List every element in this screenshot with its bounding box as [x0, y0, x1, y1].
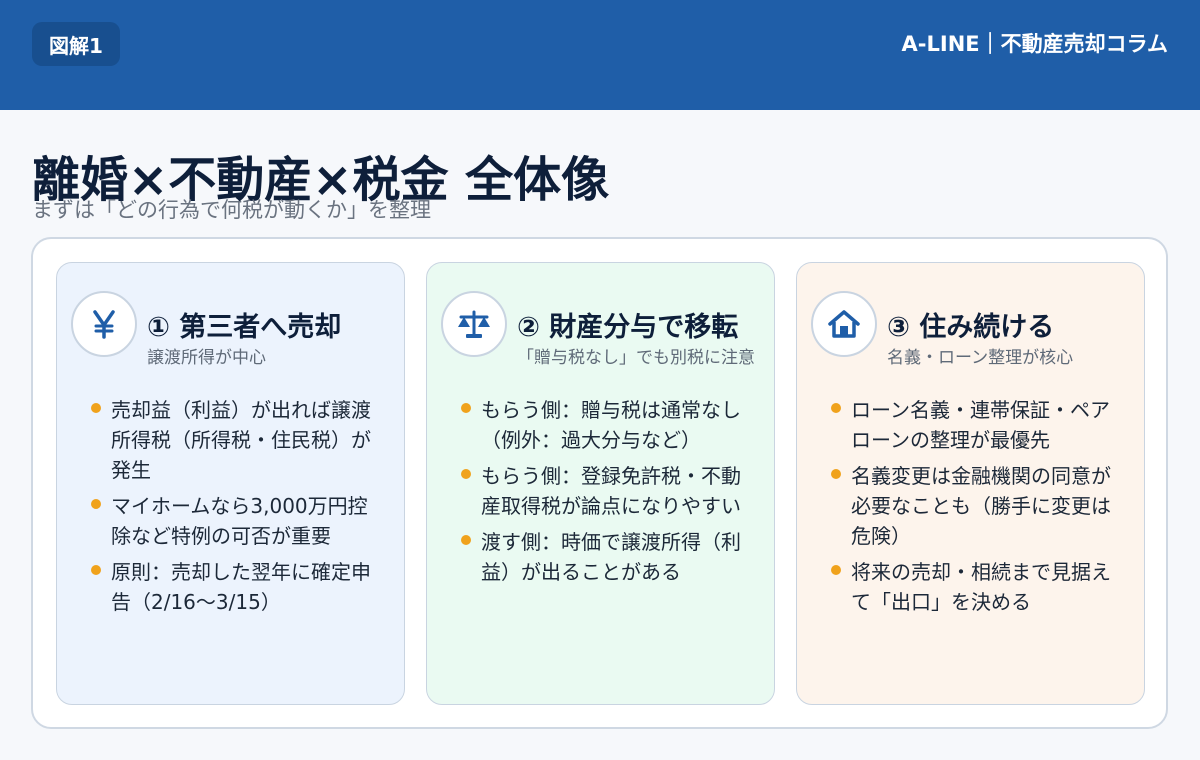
- card-title: ① 第三者へ売却: [147, 312, 342, 343]
- bullet-text: 将来の売却・相続まで見据えて「出口」を決める: [851, 560, 1111, 614]
- list-item: 名義変更は金融機関の同意が必要なことも（勝手に変更は危険）: [831, 461, 1121, 551]
- card-subtitle: 名義・ローン整理が核心: [887, 348, 1074, 368]
- list-item: ローン名義・連帯保証・ペアローンの整理が最優先: [831, 395, 1121, 455]
- card-keep-living: ③ 住み続ける 名義・ローン整理が核心 ローン名義・連帯保証・ペアローンの整理が…: [796, 262, 1145, 705]
- card-title: ③ 住み続ける: [887, 312, 1055, 343]
- bullet-dot: [831, 565, 841, 575]
- page-subtitle: まずは「どの行為で何税が動くか」を整理: [32, 198, 431, 222]
- bullet-dot: [91, 499, 101, 509]
- bullet-text: もらう側：贈与税は通常なし（例外：過大分与など）: [481, 398, 741, 452]
- figure-badge: 図解1: [32, 22, 120, 66]
- list-item: もらう側：登録免許税・不動産取得税が論点になりやすい: [461, 461, 751, 521]
- list-item: 売却益（利益）が出れば譲渡所得税（所得税・住民税）が発生: [91, 395, 381, 485]
- bullet-text: ローン名義・連帯保証・ペアローンの整理が最優先: [851, 398, 1110, 452]
- card-subtitle: 譲渡所得が中心: [147, 348, 266, 368]
- yen-icon: [71, 291, 137, 357]
- bullet-text: 原則：売却した翌年に確定申告（2/16〜3/15）: [111, 560, 371, 614]
- bullet-dot: [831, 403, 841, 413]
- house-icon: [811, 291, 877, 357]
- list-item: 原則：売却した翌年に確定申告（2/16〜3/15）: [91, 557, 381, 617]
- bullet-list: 売却益（利益）が出れば譲渡所得税（所得税・住民税）が発生 マイホームなら3,00…: [91, 395, 381, 623]
- bullet-text: 売却益（利益）が出れば譲渡所得税（所得税・住民税）が発生: [111, 398, 371, 482]
- bullet-text: 渡す側：時価で譲渡所得（利益）が出ることがある: [481, 530, 741, 584]
- bullet-text: マイホームなら3,000万円控除など特例の可否が重要: [111, 494, 368, 548]
- header-bar: 図解1 A-LINE｜不動産売却コラム: [0, 0, 1200, 110]
- bullet-list: ローン名義・連帯保証・ペアローンの整理が最優先 名義変更は金融機関の同意が必要な…: [831, 395, 1121, 623]
- card-subtitle: 「贈与税なし」でも別税に注意: [517, 348, 755, 368]
- list-item: マイホームなら3,000万円控除など特例の可否が重要: [91, 491, 381, 551]
- card-property-division: ② 財産分与で移転 「贈与税なし」でも別税に注意 もらう側：贈与税は通常なし（例…: [426, 262, 775, 705]
- bullet-dot: [461, 403, 471, 413]
- bullet-dot: [461, 535, 471, 545]
- card-sale: ① 第三者へ売却 譲渡所得が中心 売却益（利益）が出れば譲渡所得税（所得税・住民…: [56, 262, 405, 705]
- list-item: 将来の売却・相続まで見据えて「出口」を決める: [831, 557, 1121, 617]
- bullet-dot: [91, 565, 101, 575]
- scales-icon: [441, 291, 507, 357]
- list-item: 渡す側：時価で譲渡所得（利益）が出ることがある: [461, 527, 751, 587]
- bullet-text: 名義変更は金融機関の同意が必要なことも（勝手に変更は危険）: [851, 464, 1111, 548]
- card-title: ② 財産分与で移転: [517, 312, 739, 343]
- list-item: もらう側：贈与税は通常なし（例外：過大分与など）: [461, 395, 751, 455]
- bullet-dot: [91, 403, 101, 413]
- brand-label: A-LINE｜不動産売却コラム: [901, 32, 1168, 56]
- bullet-list: もらう側：贈与税は通常なし（例外：過大分与など） もらう側：登録免許税・不動産取…: [461, 395, 751, 593]
- bullet-dot: [461, 469, 471, 479]
- bullet-text: もらう側：登録免許税・不動産取得税が論点になりやすい: [481, 464, 741, 518]
- bullet-dot: [831, 469, 841, 479]
